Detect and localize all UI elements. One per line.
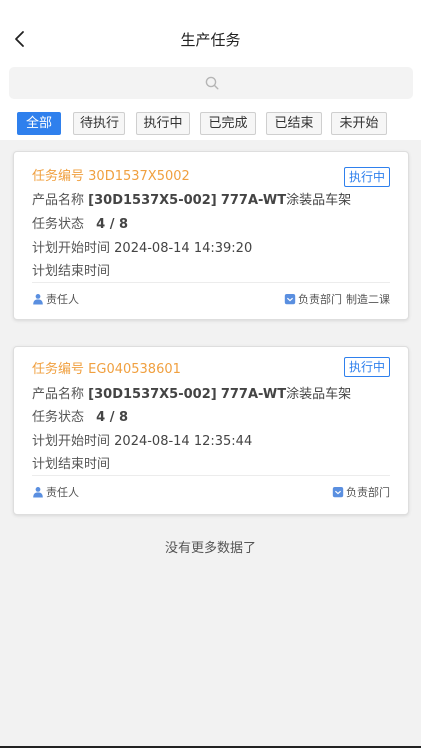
task-code-label: 任务编号 [32,169,85,184]
filter-tabs: 全部 待执行 执行中 已完成 已结束 未开始 [0,112,421,136]
task-code-row: 任务编号 EG040538601 [32,358,181,377]
dept-value: 制造二课 [346,293,390,306]
end-label: 计划结束时间 [32,264,111,279]
start-value: 2024-08-14 12:35:44 [114,434,253,449]
user-icon [33,487,43,498]
start-label: 计划开始时间 [32,434,111,449]
department-icon [332,487,344,498]
state-value: 4 / 8 [96,217,129,232]
department-icon [284,294,296,305]
tab-ended[interactable]: 已结束 [266,112,322,135]
owner-label: 责任人 [46,486,79,499]
owner-label: 责任人 [46,293,79,306]
no-more-data-text: 没有更多数据了 [164,541,256,556]
divider [32,282,390,283]
state-row: 任务状态 4 / 8 [32,406,128,425]
state-label: 任务状态 [32,217,85,232]
product-name: 涂装品车架 [286,387,352,402]
task-code-row: 任务编号 30D1537X5002 [32,165,190,184]
tab-in-progress[interactable]: 执行中 [136,112,190,135]
divider [32,475,390,476]
dept-label: 负责部门 [346,486,390,499]
status-badge: 执行中 [343,357,390,377]
product-row: 产品名称 [30D1537X5-002] 777A-WT涂装品车架 [32,383,351,402]
tab-all[interactable]: 全部 [17,112,61,135]
page-title: 生产任务 [180,31,241,49]
tab-completed[interactable]: 已完成 [200,112,256,135]
nav-bar: 生产任务 [0,20,421,60]
task-card[interactable]: 任务编号 EG040538601 执行中 产品名称 [30D1537X5-002… [13,346,409,515]
state-value: 4 / 8 [96,410,129,425]
product-model: 777A-WT [220,387,287,402]
product-label: 产品名称 [32,387,85,402]
task-code-label: 任务编号 [32,362,85,377]
end-time-row: 计划结束时间 [32,260,110,279]
production-tasks-page: 生产任务 全部 待执行 执行中 已完成 已结束 未开始 任务编号 30D1537… [0,0,421,748]
dept-field: 负责部门 制造二课 [284,291,390,307]
start-label: 计划开始时间 [32,241,111,256]
dept-label: 负责部门 [298,293,342,306]
tab-pending[interactable]: 待执行 [73,112,125,135]
start-time-row: 计划开始时间 2024-08-14 14:39:20 [32,237,252,256]
product-label: 产品名称 [32,193,85,208]
task-code: 30D1537X5002 [88,169,190,184]
search-bar[interactable] [9,67,413,99]
state-row: 任务状态 4 / 8 [32,213,128,232]
owner-field: 责任人 [32,484,79,500]
product-model: 777A-WT [220,193,287,208]
end-time-row: 计划结束时间 [32,453,110,472]
task-card[interactable]: 任务编号 30D1537X5002 执行中 产品名称 [30D1537X5-00… [13,151,409,320]
owner-field: 责任人 [32,291,79,307]
end-label: 计划结束时间 [32,457,111,472]
search-icon [205,76,219,90]
tab-not-started[interactable]: 未开始 [331,112,387,135]
product-code: [30D1537X5-002] [88,193,217,208]
state-label: 任务状态 [32,410,85,425]
product-row: 产品名称 [30D1537X5-002] 777A-WT涂装品车架 [32,189,351,208]
user-icon [33,294,43,305]
task-code: EG040538601 [88,362,181,377]
product-code: [30D1537X5-002] [88,387,217,402]
start-time-row: 计划开始时间 2024-08-14 12:35:44 [32,430,252,449]
status-badge: 执行中 [343,167,390,187]
start-value: 2024-08-14 14:39:20 [114,241,253,256]
product-name: 涂装品车架 [286,193,352,208]
dept-field: 负责部门 [332,484,390,500]
header-area: 生产任务 全部 待执行 执行中 已完成 已结束 未开始 [0,0,421,140]
